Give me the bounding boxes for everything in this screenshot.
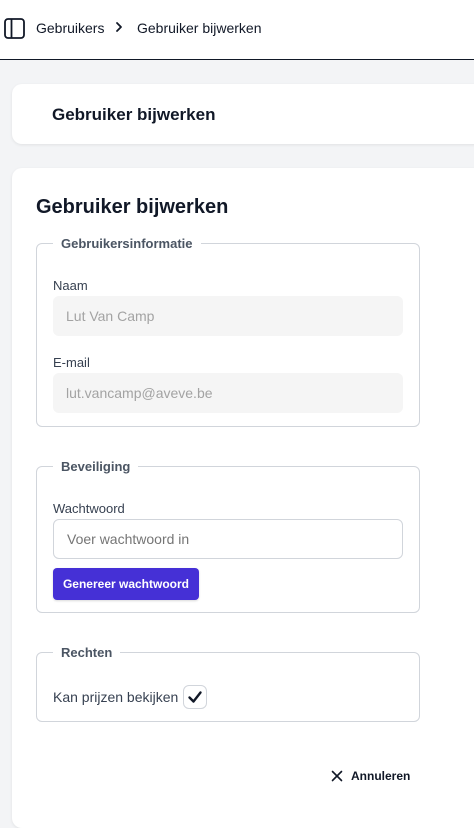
top-bar: Gebruikers Gebruiker bijwerken	[0, 0, 474, 60]
sidebar-toggle-icon[interactable]	[4, 18, 25, 39]
page-header-card: Gebruiker bijwerken	[12, 84, 474, 144]
password-input[interactable]	[53, 519, 403, 559]
generate-password-button[interactable]: Genereer wachtwoord	[53, 568, 199, 600]
checkmark-icon	[188, 691, 202, 703]
form-title: Gebruiker bijwerken	[36, 196, 229, 218]
close-icon	[331, 770, 343, 782]
view-prices-label: Kan prijzen bekijken	[53, 689, 179, 705]
cancel-label: Annuleren	[351, 769, 411, 783]
security-legend: Beveiliging	[61, 459, 131, 474]
user-info-fieldset: Gebruikersinformatie Naam Lut Van Camp E…	[36, 236, 420, 427]
cancel-button[interactable]: Annuleren	[331, 769, 410, 783]
user-info-legend: Gebruikersinformatie	[61, 236, 193, 251]
email-label: E-mail	[53, 355, 90, 370]
password-label: Wachtwoord	[53, 501, 125, 516]
view-prices-checkbox[interactable]	[183, 685, 207, 709]
breadcrumb-item-current: Gebruiker bijwerken	[137, 20, 262, 36]
page-title: Gebruiker bijwerken	[52, 105, 216, 124]
email-field: lut.vancamp@aveve.be	[53, 373, 403, 413]
name-label: Naam	[53, 278, 88, 293]
form-card: Gebruiker bijwerken Gebruikersinformatie…	[12, 168, 474, 828]
rights-legend: Rechten	[61, 645, 113, 660]
name-field: Lut Van Camp	[53, 296, 403, 336]
breadcrumb-item-gebruikers[interactable]: Gebruikers	[36, 20, 104, 36]
security-fieldset: Beveiliging Wachtwoord Genereer wachtwoo…	[36, 459, 420, 613]
rights-fieldset: Rechten Kan prijzen bekijken	[36, 645, 420, 722]
chevron-right-icon	[114, 20, 124, 34]
